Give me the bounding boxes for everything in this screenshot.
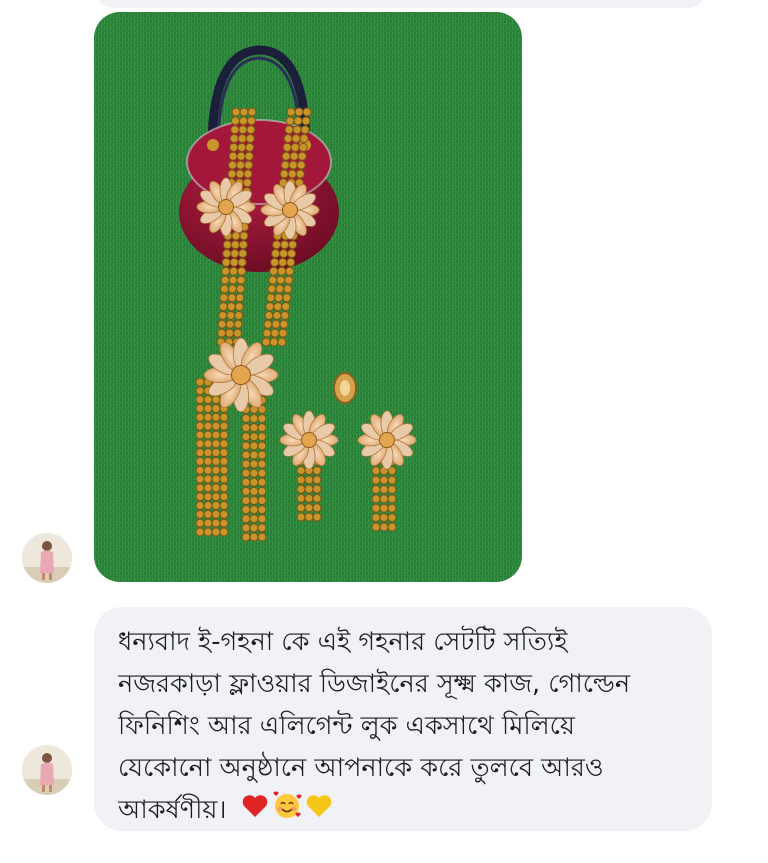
message-line-last: আকর্ষণীয়।: [118, 789, 690, 833]
jewelry-photo-message[interactable]: [94, 12, 522, 582]
message-line: নজরকাড়া ফ্লাওয়ার ডিজাইনের সূক্ষ্ম কাজ,…: [118, 669, 631, 699]
jewelry-photo: [94, 12, 522, 582]
text-message-bubble[interactable]: ধন্যবাদ ই-গহনা কে এই গহনার সেটটি সত্যিই …: [94, 607, 712, 831]
message-line: যেকোনো অনুষ্ঠানে আপনাকে করে তুলবে আরও: [118, 753, 604, 783]
emoji-group: [241, 790, 335, 833]
sender-avatar[interactable]: [22, 745, 72, 795]
message-line: আকর্ষণীয়।: [118, 795, 227, 825]
previous-message-bubble[interactable]: [96, 0, 706, 8]
yellow-heart-icon: [305, 790, 333, 832]
user-avatar-icon: [22, 533, 72, 583]
message-line: ধন্যবাদ ই-গহনা কে এই গহনার সেটটি সত্যিই: [118, 627, 568, 657]
smiling-face-with-hearts-icon: [271, 790, 303, 833]
message-line: ফিনিশিং আর এলিগেন্ট লুক একসাথে মিলিয়ে: [118, 711, 575, 741]
gold-ring: [333, 372, 357, 404]
sender-avatar[interactable]: [22, 533, 72, 583]
user-avatar-icon: [22, 745, 72, 795]
heart-icon: [241, 790, 269, 832]
